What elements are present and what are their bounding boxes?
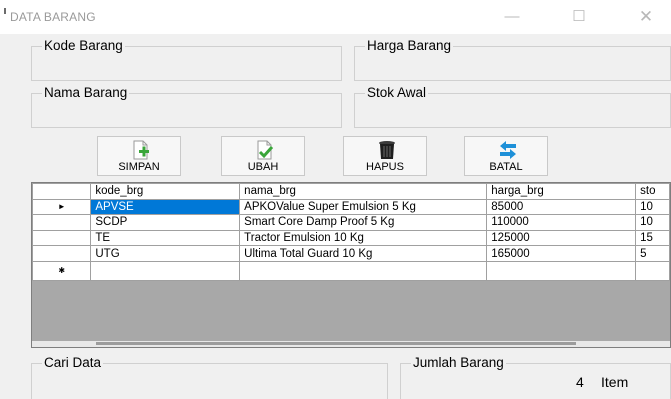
column-header[interactable]: nama_brg [239, 183, 488, 200]
cari-data-label: Cari Data [42, 355, 104, 370]
grid-cell[interactable]: 10 [635, 198, 670, 216]
simpan-button[interactable]: SIMPAN [97, 136, 181, 176]
new-row[interactable]: ✱ [32, 260, 670, 281]
grid-cell[interactable]: SCDP [90, 214, 241, 231]
ubah-button[interactable]: UBAH [221, 136, 305, 176]
kode-barang-label: Kode Barang [42, 38, 125, 53]
harga-barang-group[interactable]: Harga Barang [354, 38, 671, 81]
grid-cell[interactable]: 85000 [486, 198, 637, 216]
grid-cell[interactable]: 165000 [486, 245, 637, 262]
item-count-value: 4 [576, 374, 584, 390]
table-row[interactable]: ► APVSE APKOValue Super Emulsion 5 Kg 85… [32, 198, 670, 216]
table-row[interactable]: UTG Ultima Total Guard 10 Kg 165000 5 [32, 245, 670, 262]
cari-data-group[interactable]: Cari Data [31, 355, 388, 399]
close-button[interactable]: ✕ [623, 4, 669, 30]
column-header[interactable]: kode_brg [90, 183, 241, 200]
window-icon [4, 8, 6, 14]
edit-document-icon [257, 140, 274, 160]
add-document-icon [133, 140, 149, 160]
table-row[interactable]: TE Tractor Emulsion 10 Kg 125000 15 [32, 229, 670, 247]
window-title: DATA BARANG [10, 10, 96, 24]
data-grid[interactable]: kode_brg nama_brg harga_brg sto ► APVSE … [31, 182, 671, 348]
stok-awal-label: Stok Awal [365, 85, 429, 100]
trash-bin-icon [379, 141, 395, 159]
nama-barang-label: Nama Barang [42, 85, 130, 100]
grid-cell[interactable]: TE [90, 229, 241, 247]
hapus-button[interactable]: HAPUS [343, 136, 427, 176]
maximize-button[interactable]: ☐ [556, 4, 602, 30]
grid-header-row: kode_brg nama_brg harga_brg sto [32, 183, 670, 200]
title-bar: DATA BARANG — ☐ ✕ [0, 0, 671, 34]
horizontal-scrollbar[interactable] [32, 341, 670, 347]
grid-cell[interactable]: UTG [90, 245, 241, 262]
current-row-indicator-icon[interactable]: ► [32, 198, 92, 216]
kode-barang-group[interactable]: Kode Barang [31, 38, 342, 81]
column-header[interactable]: sto [635, 183, 670, 200]
grid-cell[interactable]: Tractor Emulsion 10 Kg [239, 229, 488, 247]
grid-cell[interactable] [486, 260, 637, 281]
nama-barang-group[interactable]: Nama Barang [31, 85, 342, 128]
minimize-button[interactable]: — [489, 4, 535, 30]
row-header[interactable] [32, 229, 92, 247]
harga-barang-label: Harga Barang [365, 38, 454, 53]
undo-arrows-icon [500, 141, 516, 159]
scrollbar-thumb[interactable] [96, 342, 576, 345]
grid-cell[interactable] [635, 260, 670, 281]
grid-cell[interactable]: 10 [635, 214, 670, 231]
jumlah-barang-group: Jumlah Barang [400, 355, 671, 399]
simpan-label: SIMPAN [118, 161, 160, 173]
grid-cell[interactable] [90, 260, 241, 281]
grid-cell[interactable]: 125000 [486, 229, 637, 247]
batal-button[interactable]: BATAL [464, 136, 548, 176]
row-header[interactable] [32, 214, 92, 231]
row-header[interactable] [32, 245, 92, 262]
column-header[interactable]: harga_brg [486, 183, 637, 200]
hapus-label: HAPUS [366, 161, 404, 173]
grid-cell[interactable]: APKOValue Super Emulsion 5 Kg [239, 198, 488, 216]
item-count-unit: Item [601, 374, 629, 390]
stok-awal-group[interactable]: Stok Awal [354, 85, 671, 128]
jumlah-barang-label: Jumlah Barang [411, 355, 506, 370]
grid-cell[interactable]: 110000 [486, 214, 637, 231]
grid-cell[interactable]: Smart Core Damp Proof 5 Kg [239, 214, 488, 231]
grid-cell[interactable] [239, 260, 488, 281]
row-header-corner[interactable] [32, 183, 92, 200]
grid-cell[interactable]: 5 [635, 245, 670, 262]
grid-cell[interactable]: 15 [635, 229, 670, 247]
new-row-indicator-icon[interactable]: ✱ [32, 260, 92, 281]
grid-cell[interactable]: APVSE [90, 198, 241, 216]
grid-cell[interactable]: Ultima Total Guard 10 Kg [239, 245, 488, 262]
ubah-label: UBAH [247, 161, 279, 173]
batal-label: BATAL [489, 161, 523, 173]
table-row[interactable]: SCDP Smart Core Damp Proof 5 Kg 110000 1… [32, 214, 670, 231]
